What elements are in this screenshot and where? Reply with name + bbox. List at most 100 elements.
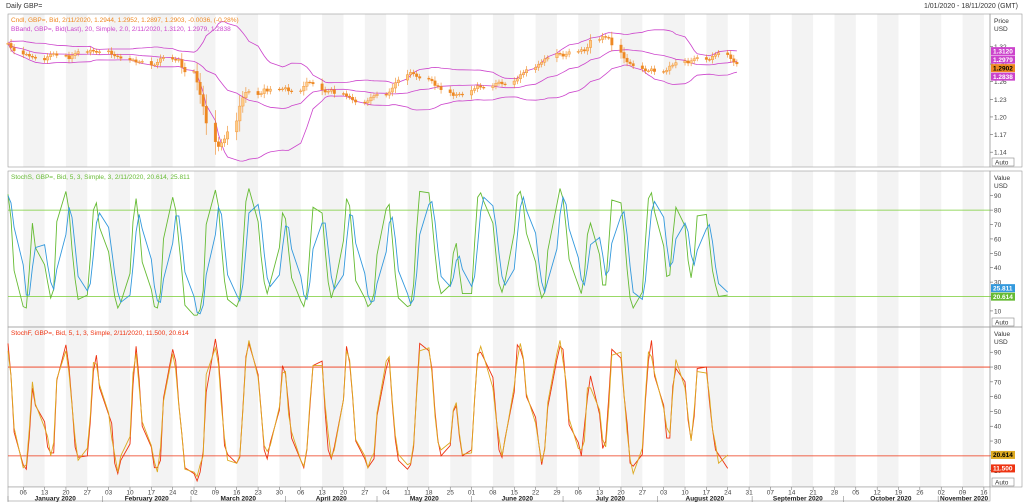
candle-body — [220, 142, 223, 147]
candle-body — [299, 90, 303, 92]
candle-body — [689, 60, 693, 64]
candle-body — [131, 59, 135, 61]
candle-body — [216, 141, 220, 147]
candle-body — [366, 100, 370, 104]
candle-body — [524, 69, 528, 74]
month-label: July 2020 — [596, 496, 626, 502]
week-shade — [749, 171, 771, 327]
candle-body — [668, 65, 672, 71]
candle-body — [94, 50, 98, 53]
y-axis-frame — [989, 13, 1023, 168]
week-shade — [620, 14, 643, 167]
week-shade — [450, 327, 472, 487]
candle-body — [88, 49, 92, 53]
candle-body — [589, 40, 592, 48]
candle-body — [70, 55, 74, 60]
x-tick-label: 28 — [831, 490, 839, 497]
month-label: May 2020 — [410, 496, 439, 502]
candle-body — [342, 93, 345, 95]
candle-body — [625, 57, 629, 63]
candle-body — [537, 64, 541, 68]
y-tick-label: 60 — [994, 394, 1002, 401]
candle-body — [49, 54, 53, 57]
candle-body — [351, 96, 355, 101]
y-tick-label: 10 — [994, 308, 1002, 315]
candle-body — [12, 47, 16, 51]
candle-body — [137, 61, 141, 63]
week-shade — [364, 171, 387, 327]
candle-body — [235, 120, 239, 133]
candle-body — [67, 55, 71, 60]
y-tick-label: 80 — [994, 208, 1002, 215]
candle-body — [9, 43, 13, 48]
month-label: September 2020 — [773, 496, 823, 502]
month-label: June 2020 — [502, 496, 534, 502]
candle-body — [726, 52, 730, 55]
candle-body — [91, 49, 95, 52]
candle-body — [302, 86, 306, 92]
week-shade — [962, 327, 984, 487]
month-label: March 2020 — [221, 496, 257, 502]
candle-body — [27, 53, 31, 57]
candle-body — [640, 65, 644, 69]
week-shade — [706, 14, 728, 167]
candle-body — [497, 81, 501, 84]
week-shade — [450, 171, 472, 327]
candle-body — [707, 59, 711, 61]
candle-body — [521, 72, 525, 75]
value-tag: 25.811 — [993, 285, 1013, 292]
week-shade — [834, 171, 856, 327]
candle-body — [628, 61, 632, 64]
candle-body — [491, 85, 495, 88]
candle-body — [281, 88, 284, 90]
candle-body — [201, 94, 205, 107]
candle-body — [174, 58, 178, 61]
chart-canvas[interactable]: 1.141.171.201.231.261.291.32PriceUSDAuto… — [0, 0, 1024, 502]
week-shade — [749, 327, 771, 487]
candle-body — [457, 93, 461, 96]
week-shade — [65, 327, 88, 487]
week-shade — [578, 327, 600, 487]
week-shade — [65, 171, 88, 327]
candle-body — [149, 61, 153, 66]
y-axis-title-line1: Value — [994, 175, 1011, 182]
candle-body — [171, 57, 175, 60]
candle-body — [714, 54, 717, 57]
value-tag: 1.2979 — [993, 57, 1013, 64]
candle-body — [686, 60, 690, 64]
x-tick-label: 08 — [489, 490, 497, 497]
candle-body — [326, 90, 330, 93]
candle-body — [729, 54, 733, 59]
candle-body — [116, 55, 120, 57]
candle-body — [448, 89, 452, 93]
candle-body — [512, 80, 516, 85]
value-tag: 11.500 — [993, 466, 1013, 473]
candle-body — [503, 83, 507, 85]
y-tick-label: 1.14 — [994, 150, 1007, 157]
candle-body — [180, 59, 184, 68]
candle-body — [192, 71, 196, 73]
candle-body — [662, 71, 666, 73]
candle-body — [223, 138, 226, 144]
candle-body — [43, 58, 47, 61]
candle-body — [119, 56, 123, 59]
week-shade — [108, 14, 130, 167]
y-tick-label: 70 — [994, 379, 1002, 386]
week-shade — [791, 171, 814, 327]
candle-body — [482, 87, 486, 89]
candle-body — [262, 88, 266, 94]
candle-body — [415, 73, 419, 77]
value-tag: 20.614 — [993, 294, 1013, 301]
y-tick-label: 90 — [994, 193, 1002, 200]
candle-body — [140, 61, 144, 63]
week-shade — [236, 14, 259, 167]
panel-legend-0: StochS, GBP=, Bid, 5, 3, Simple, 3, 2/11… — [11, 174, 190, 181]
x-tick-label: 27 — [639, 490, 647, 497]
candle-body — [631, 63, 635, 67]
candle-body — [582, 49, 586, 52]
y-axis-title-line2: USD — [994, 183, 1008, 190]
candle-body — [607, 37, 611, 39]
x-tick-label: 03 — [105, 490, 113, 497]
candle-body — [244, 92, 248, 98]
week-shade — [620, 327, 643, 487]
